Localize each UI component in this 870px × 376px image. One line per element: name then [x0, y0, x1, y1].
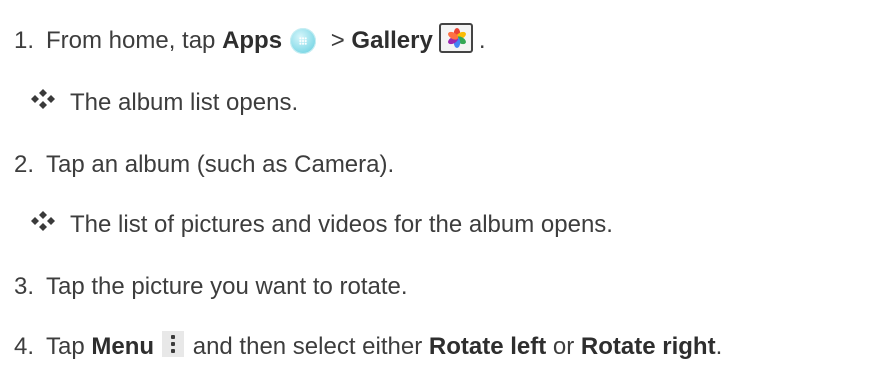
- result-text: The list of pictures and videos for the …: [70, 211, 613, 238]
- step-number: 1.: [14, 27, 35, 54]
- step-separator: >: [324, 27, 352, 54]
- result-2: The list of pictures and videos for the …: [30, 210, 613, 240]
- apps-label: Apps: [222, 27, 283, 54]
- step-suffix: .: [478, 27, 486, 54]
- step-4: 4. Tap Menu and then select either Rotat…: [14, 331, 723, 362]
- step-text-or: or: [546, 333, 581, 360]
- step-number: 4.: [14, 333, 35, 360]
- step-number: 2.: [14, 151, 35, 178]
- step-number: 3.: [14, 273, 35, 300]
- step-text-middle: and then select either: [186, 333, 429, 360]
- step-3: 3. Tap the picture you want to rotate.: [14, 272, 408, 302]
- step-text: Tap the picture you want to rotate.: [46, 273, 408, 300]
- gallery-label: Gallery: [351, 27, 433, 54]
- result-1: The album list opens.: [30, 88, 298, 118]
- gallery-icon: [438, 23, 473, 53]
- step-2: 2. Tap an album (such as Camera).: [14, 150, 394, 180]
- step-text: Tap an album (such as Camera).: [46, 151, 395, 178]
- menu-icon: [162, 331, 185, 357]
- step-text-prefix: From home, tap: [46, 27, 223, 54]
- menu-label: Menu: [91, 333, 155, 360]
- apps-icon: [290, 28, 317, 54]
- diamond-bullet-icon: [31, 89, 55, 109]
- step-suffix: .: [715, 333, 723, 360]
- rotate-right-label: Rotate right: [580, 333, 716, 360]
- diamond-bullet-icon: [31, 211, 55, 231]
- step-1: 1. From home, tap Apps > Gallery .: [14, 23, 486, 56]
- step-text-prefix: Tap: [46, 333, 92, 360]
- result-text: The album list opens.: [70, 89, 299, 116]
- rotate-left-label: Rotate left: [428, 333, 547, 360]
